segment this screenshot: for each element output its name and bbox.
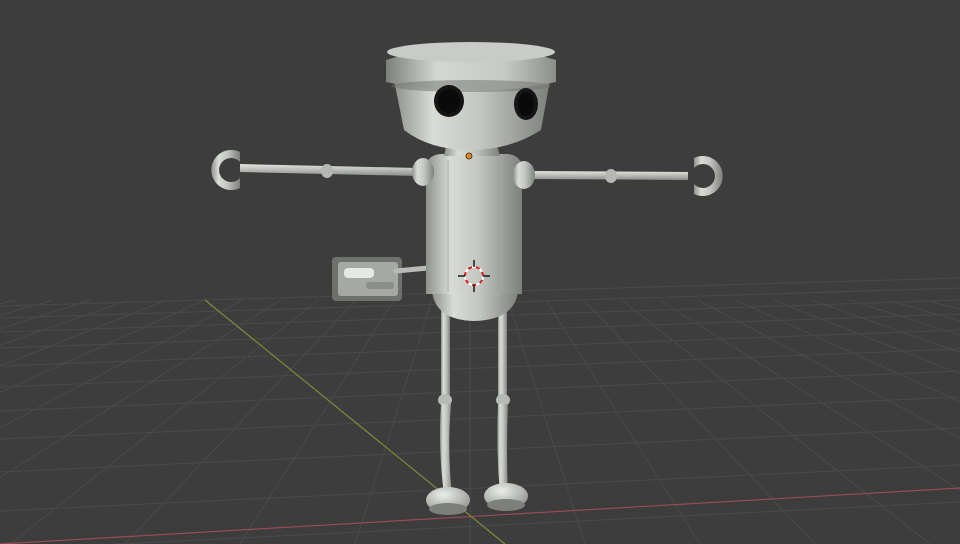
grid-line (924, 299, 960, 310)
robot-head (386, 42, 556, 150)
grid-line (0, 299, 243, 429)
x-axis-line (0, 487, 960, 544)
grid-line (9, 299, 319, 544)
grid-line (0, 329, 960, 367)
grid-line (0, 299, 16, 305)
grid-line (0, 464, 960, 512)
grid-line (0, 427, 960, 473)
grid-line (0, 370, 960, 412)
grid-line (124, 299, 357, 544)
3d-viewport[interactable] (0, 0, 960, 544)
origin-marker[interactable] (465, 152, 473, 160)
grid-line (0, 299, 129, 346)
grid-line (773, 299, 960, 375)
grid-line (0, 299, 54, 316)
grid-line (354, 299, 433, 544)
robot-legs (438, 305, 510, 494)
robot-body (426, 154, 522, 294)
grid-line (0, 348, 960, 388)
grid-line (0, 299, 281, 479)
grid-line (811, 299, 960, 353)
grid-line (697, 299, 960, 440)
robot-model[interactable] (211, 42, 723, 515)
grid-line (886, 299, 960, 322)
grid-line (0, 396, 960, 440)
